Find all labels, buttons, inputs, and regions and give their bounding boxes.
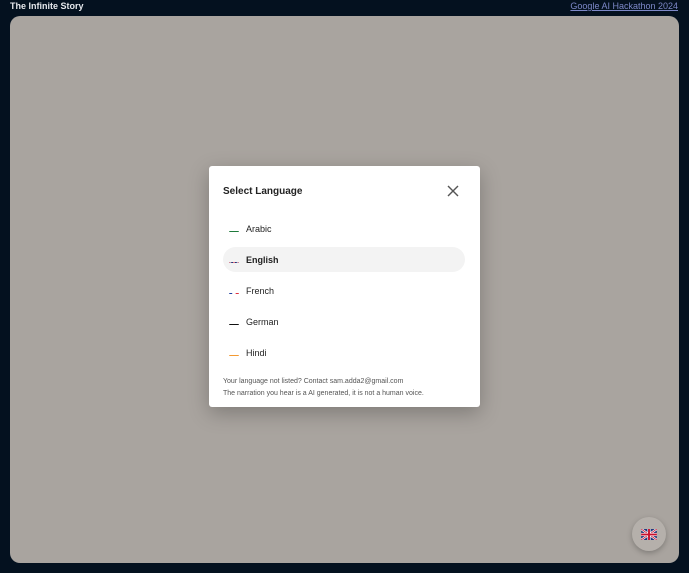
language-label: Hindi <box>246 347 267 358</box>
language-modal: Select Language Arabic English French Ge… <box>209 166 480 407</box>
language-option-arabic[interactable]: Arabic <box>223 216 465 241</box>
language-label: English <box>246 254 279 265</box>
hackathon-link[interactable]: Google AI Hackathon 2024 <box>570 1 678 11</box>
language-option-german[interactable]: German <box>223 309 465 334</box>
top-bar: The Infinite Story Google AI Hackathon 2… <box>0 0 689 15</box>
close-button[interactable] <box>445 183 461 199</box>
ai-voice-note: The narration you hear is a AI generated… <box>223 390 424 397</box>
language-option-hindi[interactable]: Hindi <box>223 340 465 365</box>
footnote: Your language not listed? Contact sam.ad… <box>223 376 473 400</box>
language-list: Arabic English French German Hindi <box>223 216 465 371</box>
language-option-english[interactable]: English <box>223 247 465 272</box>
uk-flag-icon <box>641 528 657 540</box>
language-fab-button[interactable] <box>632 517 666 551</box>
contact-note: Your language not listed? Contact sam.ad… <box>223 378 404 385</box>
in-flag-icon <box>229 349 239 356</box>
sa-flag-icon <box>229 225 239 232</box>
modal-title: Select Language <box>223 186 303 197</box>
de-flag-icon <box>229 318 239 325</box>
close-icon <box>447 185 459 197</box>
language-label: German <box>246 316 279 327</box>
fr-flag-icon <box>229 287 239 294</box>
language-label: Arabic <box>246 223 272 234</box>
uk-flag-icon <box>229 256 239 263</box>
app-title: The Infinite Story <box>10 1 84 11</box>
language-label: French <box>246 285 275 296</box>
language-option-french[interactable]: French <box>223 278 465 303</box>
